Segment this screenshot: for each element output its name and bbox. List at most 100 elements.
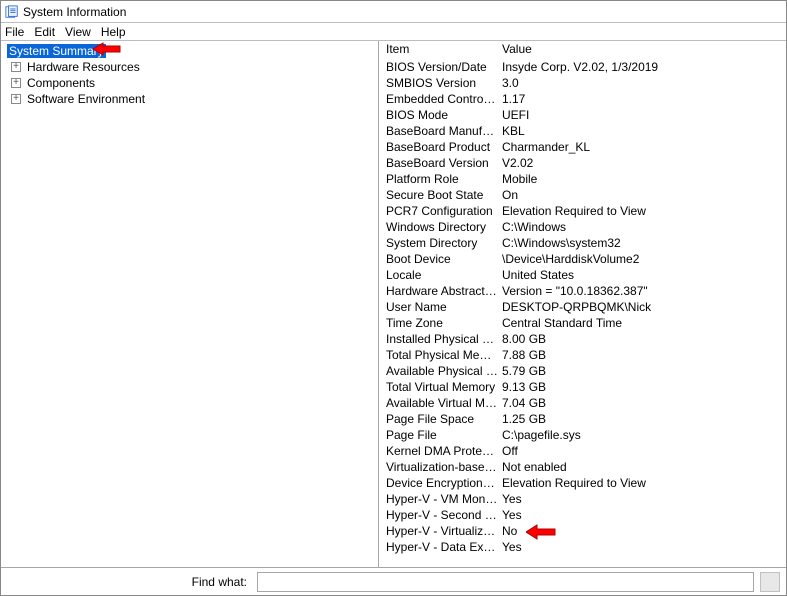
- menu-view[interactable]: View: [65, 25, 91, 39]
- list-row[interactable]: Available Virtual Memory7.04 GB: [380, 395, 786, 411]
- find-input[interactable]: [257, 572, 754, 592]
- cell-value: United States: [498, 268, 786, 282]
- cell-value: Off: [498, 444, 786, 458]
- nav-tree[interactable]: System Summary + Hardware Resources + Co…: [1, 41, 379, 567]
- list-row[interactable]: BaseBoard VersionV2.02: [380, 155, 786, 171]
- list-row[interactable]: SMBIOS Version3.0: [380, 75, 786, 91]
- list-row[interactable]: Platform RoleMobile: [380, 171, 786, 187]
- cell-item: System Directory: [380, 236, 498, 250]
- tree-item-software-environment[interactable]: + Software Environment: [1, 91, 378, 107]
- cell-item: Kernel DMA Protection: [380, 444, 498, 458]
- cell-item: Total Physical Memory: [380, 348, 498, 362]
- list-row[interactable]: Total Virtual Memory9.13 GB: [380, 379, 786, 395]
- list-row[interactable]: Available Physical Mem...5.79 GB: [380, 363, 786, 379]
- cell-value: 8.00 GB: [498, 332, 786, 346]
- cell-value: C:\Windows: [498, 220, 786, 234]
- cell-value: UEFI: [498, 108, 786, 122]
- list-rows: BIOS Version/DateInsyde Corp. V2.02, 1/3…: [380, 57, 786, 555]
- cell-item: BaseBoard Manufacturer: [380, 124, 498, 138]
- menu-edit[interactable]: Edit: [34, 25, 55, 39]
- cell-value: On: [498, 188, 786, 202]
- cell-value: Insyde Corp. V2.02, 1/3/2019: [498, 60, 786, 74]
- cell-item: BaseBoard Product: [380, 140, 498, 154]
- cell-item: Boot Device: [380, 252, 498, 266]
- list-row[interactable]: Virtualization-based se...Not enabled: [380, 459, 786, 475]
- find-label: Find what:: [7, 575, 251, 589]
- list-row[interactable]: BaseBoard ManufacturerKBL: [380, 123, 786, 139]
- list-row[interactable]: Embedded Controller V...1.17: [380, 91, 786, 107]
- cell-item: BIOS Mode: [380, 108, 498, 122]
- list-row[interactable]: PCR7 ConfigurationElevation Required to …: [380, 203, 786, 219]
- cell-item: Secure Boot State: [380, 188, 498, 202]
- cell-value: Yes: [498, 492, 786, 506]
- list-row[interactable]: User NameDESKTOP-QRPBQMK\Nick: [380, 299, 786, 315]
- details-list[interactable]: Item Value BIOS Version/DateInsyde Corp.…: [379, 41, 786, 567]
- cell-value: Version = "10.0.18362.387": [498, 284, 786, 298]
- cell-value: 3.0: [498, 76, 786, 90]
- list-row[interactable]: Hyper-V - Virtualizatio...No: [380, 523, 786, 539]
- list-row[interactable]: Hyper-V - Second Level...Yes: [380, 507, 786, 523]
- cell-value: Yes: [498, 508, 786, 522]
- cell-value: Elevation Required to View: [498, 476, 786, 490]
- list-row[interactable]: BIOS ModeUEFI: [380, 107, 786, 123]
- find-button[interactable]: [760, 572, 780, 592]
- cell-value: Elevation Required to View: [498, 204, 786, 218]
- cell-item: BaseBoard Version: [380, 156, 498, 170]
- cell-item: Installed Physical Mem...: [380, 332, 498, 346]
- cell-value: KBL: [498, 124, 786, 138]
- menu-help[interactable]: Help: [101, 25, 126, 39]
- cell-value: Mobile: [498, 172, 786, 186]
- column-header-item[interactable]: Item: [380, 42, 498, 56]
- cell-item: User Name: [380, 300, 498, 314]
- cell-value: 1.25 GB: [498, 412, 786, 426]
- cell-item: Hyper-V - Virtualizatio...: [380, 524, 498, 538]
- tree-item-hardware-resources[interactable]: + Hardware Resources: [1, 59, 378, 75]
- list-row[interactable]: Page FileC:\pagefile.sys: [380, 427, 786, 443]
- cell-item: Windows Directory: [380, 220, 498, 234]
- cell-value: 7.04 GB: [498, 396, 786, 410]
- cell-item: Hardware Abstraction L...: [380, 284, 498, 298]
- list-row[interactable]: BIOS Version/DateInsyde Corp. V2.02, 1/3…: [380, 59, 786, 75]
- list-row[interactable]: Time ZoneCentral Standard Time: [380, 315, 786, 331]
- tree-label: Components: [25, 76, 97, 90]
- find-bar: Find what:: [1, 567, 786, 595]
- list-row[interactable]: Total Physical Memory7.88 GB: [380, 347, 786, 363]
- expand-icon[interactable]: +: [11, 62, 21, 72]
- list-row[interactable]: Device Encryption Supp...Elevation Requi…: [380, 475, 786, 491]
- cell-item: SMBIOS Version: [380, 76, 498, 90]
- cell-value: Charmander_KL: [498, 140, 786, 154]
- cell-value: C:\pagefile.sys: [498, 428, 786, 442]
- expand-icon[interactable]: +: [11, 78, 21, 88]
- cell-item: BIOS Version/Date: [380, 60, 498, 74]
- cell-item: Hyper-V - VM Monitor ...: [380, 492, 498, 506]
- cell-item: Available Physical Mem...: [380, 364, 498, 378]
- main-split: System Summary + Hardware Resources + Co…: [1, 41, 786, 567]
- list-row[interactable]: Hyper-V - Data Executi...Yes: [380, 539, 786, 555]
- cell-value: DESKTOP-QRPBQMK\Nick: [498, 300, 786, 314]
- list-row[interactable]: BaseBoard ProductCharmander_KL: [380, 139, 786, 155]
- list-row[interactable]: Installed Physical Mem...8.00 GB: [380, 331, 786, 347]
- list-row[interactable]: Hyper-V - VM Monitor ...Yes: [380, 491, 786, 507]
- column-header-value[interactable]: Value: [498, 42, 786, 56]
- cell-value: \Device\HarddiskVolume2: [498, 252, 786, 266]
- cell-value: No: [498, 524, 786, 538]
- menu-bar: File Edit View Help: [1, 23, 786, 41]
- cell-item: Page File: [380, 428, 498, 442]
- list-row[interactable]: LocaleUnited States: [380, 267, 786, 283]
- menu-file[interactable]: File: [5, 25, 24, 39]
- list-row[interactable]: Boot Device\Device\HarddiskVolume2: [380, 251, 786, 267]
- list-row[interactable]: Hardware Abstraction L...Version = "10.0…: [380, 283, 786, 299]
- expand-icon[interactable]: +: [11, 94, 21, 104]
- list-row[interactable]: Page File Space1.25 GB: [380, 411, 786, 427]
- list-header[interactable]: Item Value: [380, 41, 786, 57]
- window-title: System Information: [23, 5, 126, 19]
- cell-item: Total Virtual Memory: [380, 380, 498, 394]
- list-row[interactable]: Kernel DMA ProtectionOff: [380, 443, 786, 459]
- list-row[interactable]: Secure Boot StateOn: [380, 187, 786, 203]
- list-row[interactable]: Windows DirectoryC:\Windows: [380, 219, 786, 235]
- app-icon: [5, 5, 19, 19]
- list-row[interactable]: System DirectoryC:\Windows\system32: [380, 235, 786, 251]
- tree-root-system-summary[interactable]: System Summary: [1, 43, 378, 59]
- tree-label: Software Environment: [25, 92, 147, 106]
- tree-item-components[interactable]: + Components: [1, 75, 378, 91]
